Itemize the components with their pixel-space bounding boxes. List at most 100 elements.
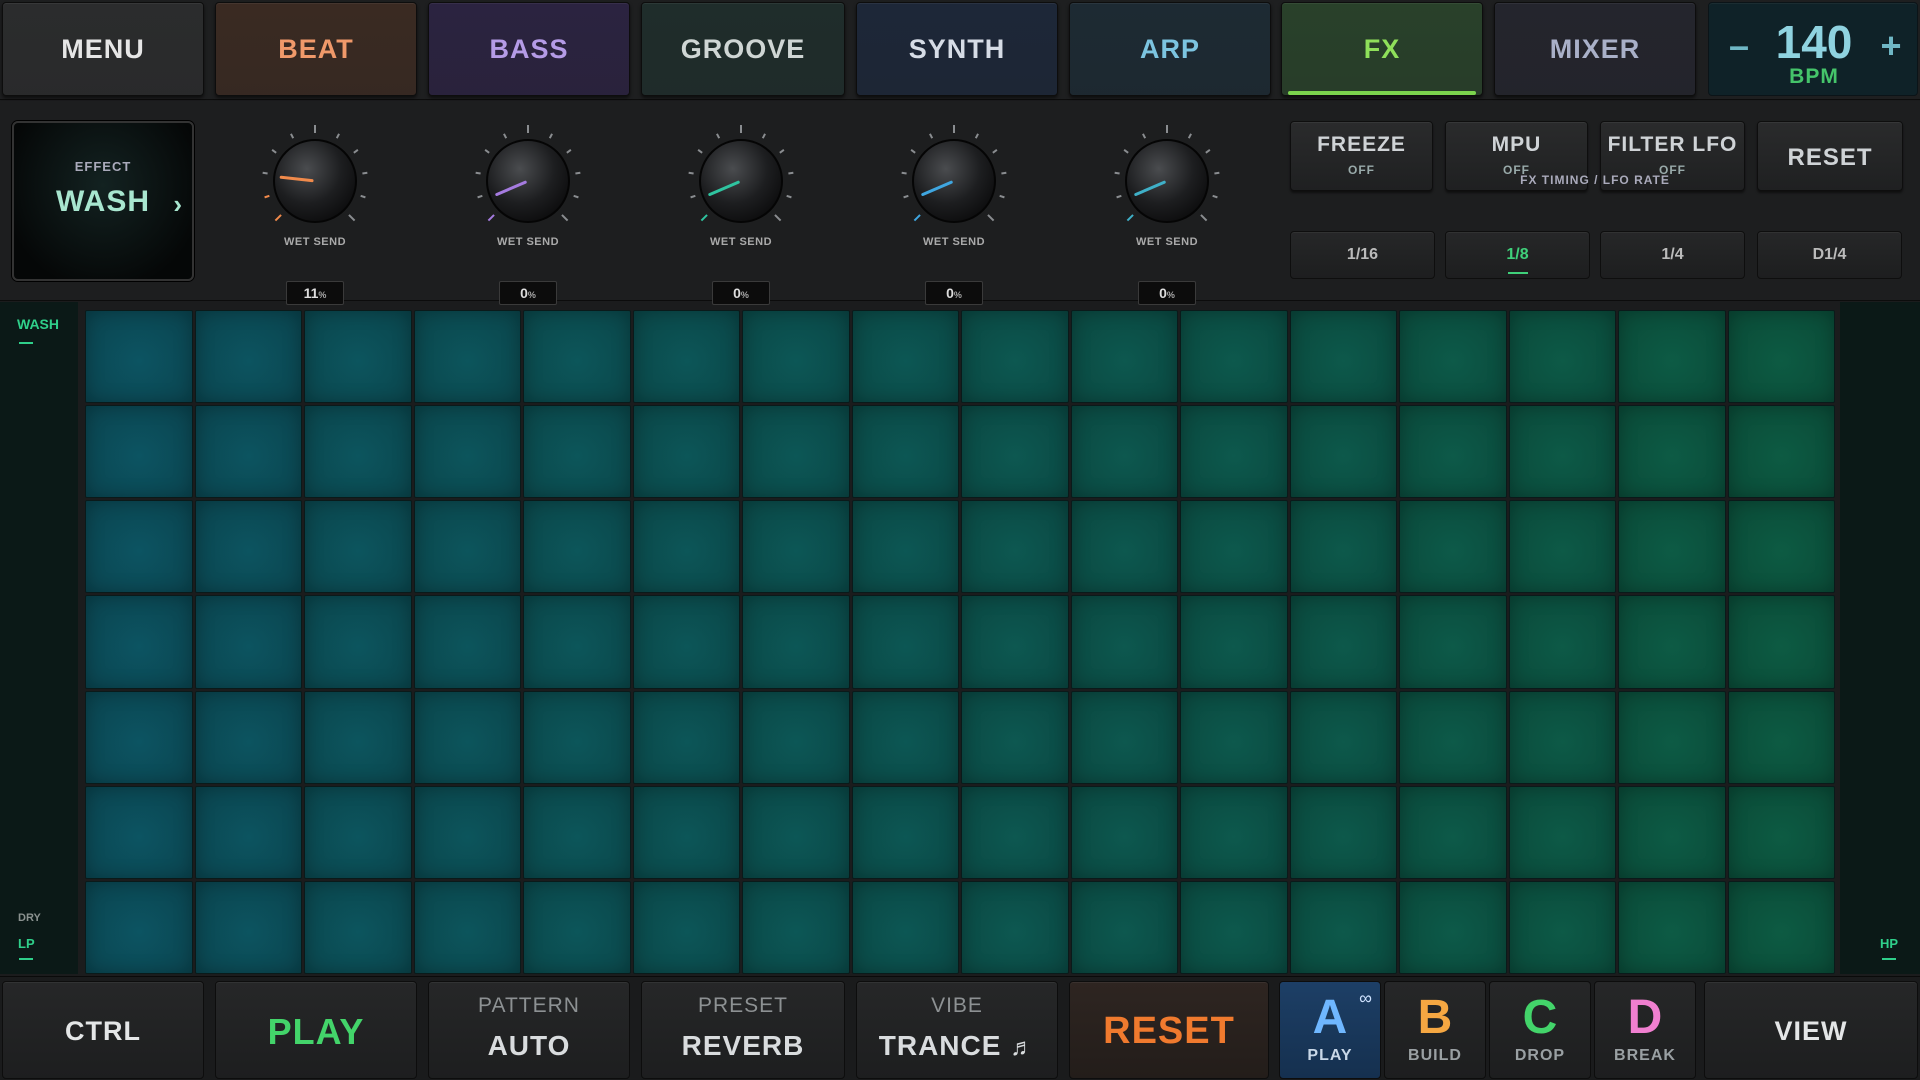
grid-pad[interactable] — [1289, 880, 1397, 974]
grid-pad[interactable] — [1399, 690, 1507, 784]
grid-pad[interactable] — [413, 500, 521, 594]
grid-pad[interactable] — [851, 690, 959, 784]
grid-pad[interactable] — [1180, 785, 1288, 879]
grid-pad[interactable] — [523, 785, 631, 879]
grid-pad[interactable] — [1727, 880, 1835, 974]
grid-pad[interactable] — [194, 310, 302, 404]
timing-1-8[interactable]: 1/8 — [1445, 231, 1590, 279]
grid-pad[interactable] — [85, 500, 193, 594]
grid-pad[interactable] — [413, 310, 521, 404]
grid-pad[interactable] — [961, 785, 1069, 879]
grid-pad[interactable] — [851, 500, 959, 594]
grid-pad[interactable] — [1180, 595, 1288, 689]
grid-pad[interactable] — [1727, 500, 1835, 594]
grid-pad[interactable] — [632, 785, 740, 879]
grid-pad[interactable] — [1399, 595, 1507, 689]
grid-pad[interactable] — [1727, 310, 1835, 404]
grid-pad[interactable] — [1399, 880, 1507, 974]
grid-pad[interactable] — [523, 500, 631, 594]
grid-pad[interactable] — [194, 405, 302, 499]
grid-pad[interactable] — [961, 310, 1069, 404]
grid-pad[interactable] — [523, 310, 631, 404]
grid-pad[interactable] — [413, 405, 521, 499]
grid-pad[interactable] — [961, 500, 1069, 594]
grid-pad[interactable] — [742, 785, 850, 879]
wet-send-knob-1[interactable]: WET SEND 11% — [250, 119, 380, 305]
grid-pad[interactable] — [1070, 785, 1178, 879]
grid-pad[interactable] — [1618, 880, 1726, 974]
scene-a-button[interactable]: ∞ A PLAY — [1279, 981, 1381, 1079]
grid-pad[interactable] — [742, 595, 850, 689]
grid-pad[interactable] — [632, 690, 740, 784]
reset-button[interactable]: RESET — [1069, 981, 1269, 1079]
wet-send-knob-5[interactable]: WET SEND 0% — [1102, 119, 1232, 305]
wet-send-knob-4[interactable]: WET SEND 0% — [889, 119, 1019, 305]
grid-pad[interactable] — [1399, 500, 1507, 594]
grid-pad[interactable] — [1727, 785, 1835, 879]
grid-pad[interactable] — [1289, 690, 1397, 784]
grid-pad[interactable] — [1727, 595, 1835, 689]
grid-pad[interactable] — [523, 880, 631, 974]
grid-pad[interactable] — [1727, 405, 1835, 499]
grid-pad[interactable] — [1180, 690, 1288, 784]
grid-pad[interactable] — [1508, 500, 1616, 594]
wet-send-knob-2[interactable]: WET SEND 0% — [463, 119, 593, 305]
grid-pad[interactable] — [961, 595, 1069, 689]
grid-pad[interactable] — [742, 880, 850, 974]
grid-pad[interactable] — [413, 785, 521, 879]
grid-pad[interactable] — [1618, 405, 1726, 499]
grid-pad[interactable] — [632, 405, 740, 499]
grid-pad[interactable] — [1508, 595, 1616, 689]
grid-pad[interactable] — [1289, 595, 1397, 689]
grid-pad[interactable] — [742, 405, 850, 499]
view-button[interactable]: VIEW — [1704, 981, 1918, 1079]
ctrl-button[interactable]: CTRL — [2, 981, 204, 1079]
grid-pad[interactable] — [523, 405, 631, 499]
grid-pad[interactable] — [1070, 405, 1178, 499]
grid-pad[interactable] — [1180, 405, 1288, 499]
grid-pad[interactable] — [194, 690, 302, 784]
grid-pad[interactable] — [851, 405, 959, 499]
grid-pad[interactable] — [1289, 785, 1397, 879]
bpm-increase-button[interactable]: + — [1871, 25, 1911, 67]
grid-pad[interactable] — [742, 690, 850, 784]
tab-groove[interactable]: GROOVE — [641, 2, 845, 96]
timing-d1-4[interactable]: D1/4 — [1757, 231, 1902, 279]
timing-1-16[interactable]: 1/16 — [1290, 231, 1435, 279]
grid-pad[interactable] — [632, 880, 740, 974]
grid-pad[interactable] — [194, 500, 302, 594]
play-button[interactable]: PLAY — [215, 981, 417, 1079]
grid-pad[interactable] — [961, 690, 1069, 784]
grid-pad[interactable] — [1618, 785, 1726, 879]
grid-pad[interactable] — [632, 595, 740, 689]
grid-pad[interactable] — [1070, 500, 1178, 594]
grid-pad[interactable] — [961, 880, 1069, 974]
grid-pad[interactable] — [85, 405, 193, 499]
grid-pad[interactable] — [1399, 405, 1507, 499]
grid-pad[interactable] — [1289, 405, 1397, 499]
grid-pad[interactable] — [85, 785, 193, 879]
grid-pad[interactable] — [1070, 690, 1178, 784]
grid-pad[interactable] — [85, 310, 193, 404]
grid-pad[interactable] — [304, 595, 412, 689]
grid-pad[interactable] — [1618, 310, 1726, 404]
grid-pad[interactable] — [1618, 500, 1726, 594]
grid-pad[interactable] — [851, 310, 959, 404]
preset-button[interactable]: PRESET REVERB — [641, 981, 845, 1079]
grid-pad[interactable] — [1399, 310, 1507, 404]
grid-pad[interactable] — [304, 310, 412, 404]
grid-pad[interactable] — [413, 880, 521, 974]
scene-b-button[interactable]: B BUILD — [1384, 981, 1486, 1079]
grid-pad[interactable] — [742, 310, 850, 404]
pattern-button[interactable]: PATTERN AUTO — [428, 981, 630, 1079]
grid-pad[interactable] — [523, 690, 631, 784]
grid-pad[interactable] — [1289, 500, 1397, 594]
grid-pad[interactable] — [632, 500, 740, 594]
grid-pad[interactable] — [1180, 880, 1288, 974]
tab-fx[interactable]: FX — [1281, 2, 1483, 96]
grid-pad[interactable] — [85, 880, 193, 974]
bpm-decrease-button[interactable]: – — [1719, 25, 1759, 67]
grid-pad[interactable] — [413, 595, 521, 689]
wet-send-knob-3[interactable]: WET SEND 0% — [676, 119, 806, 305]
grid-pad[interactable] — [632, 310, 740, 404]
